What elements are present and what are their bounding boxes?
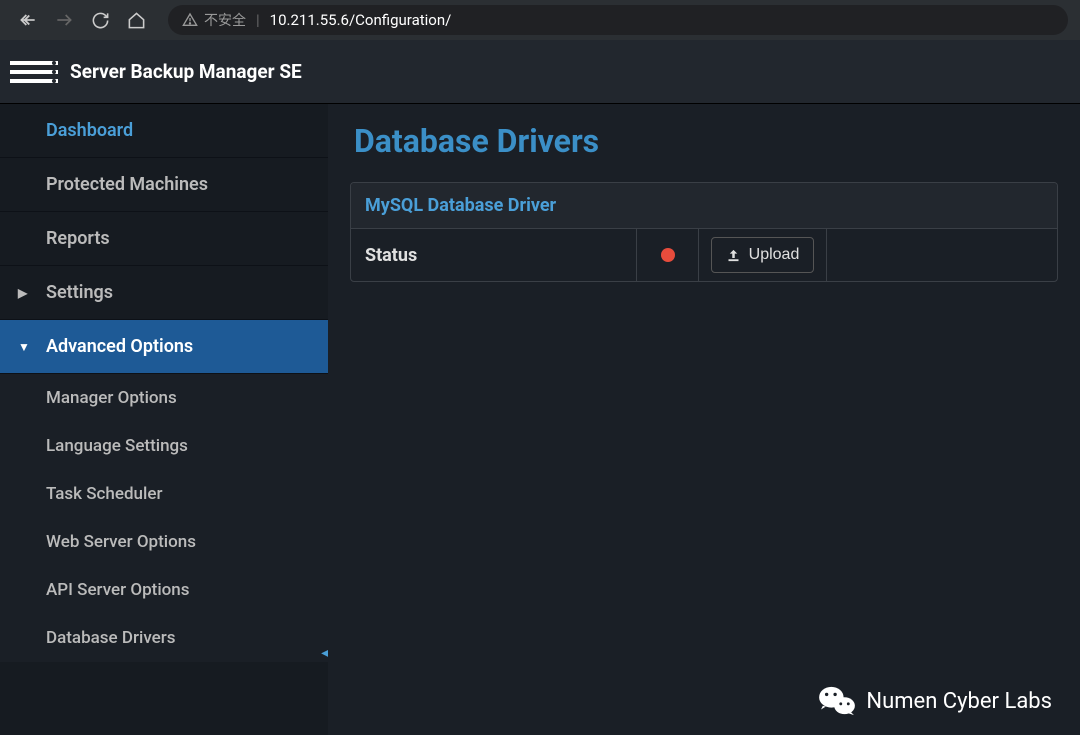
upload-icon xyxy=(726,248,741,263)
insecure-label: 不安全 xyxy=(204,10,246,30)
warning-icon xyxy=(182,12,198,28)
browser-toolbar: 不安全 | 10.211.55.6/Configuration/ xyxy=(0,0,1080,40)
sidebar-submenu-advanced: Manager Options Language Settings Task S… xyxy=(0,374,328,662)
insecure-warning-badge: 不安全 xyxy=(182,10,246,30)
page-title: Database Drivers xyxy=(350,122,1058,160)
status-label-cell: Status xyxy=(351,229,637,281)
divider: | xyxy=(256,11,260,29)
panel-header: MySQL Database Driver xyxy=(351,183,1057,229)
forward-button[interactable] xyxy=(48,4,80,36)
sidebar-sub-label: Manager Options xyxy=(46,388,177,408)
sidebar-item-label: Reports xyxy=(46,228,110,249)
url-text: 10.211.55.6/Configuration/ xyxy=(270,11,452,29)
sidebar-item-label: Settings xyxy=(46,282,113,303)
sidebar-collapse-toggle[interactable]: ◀ xyxy=(321,644,328,662)
sidebar-sub-database-drivers[interactable]: Database Drivers xyxy=(0,614,328,662)
server-logo-icon xyxy=(10,54,58,90)
sidebar-sub-label: Language Settings xyxy=(46,436,188,456)
empty-cell xyxy=(827,229,1057,281)
sidebar-item-protected-machines[interactable]: Protected Machines xyxy=(0,158,328,212)
sidebar-item-reports[interactable]: Reports xyxy=(0,212,328,266)
mysql-driver-panel: MySQL Database Driver Status Upload xyxy=(350,182,1058,282)
chevron-down-icon: ▼ xyxy=(18,340,30,354)
sidebar-sub-language-settings[interactable]: Language Settings xyxy=(0,422,328,470)
sidebar-item-label: Protected Machines xyxy=(46,174,208,195)
upload-button[interactable]: Upload xyxy=(711,237,815,273)
home-button[interactable] xyxy=(120,4,152,36)
sidebar-sub-label: API Server Options xyxy=(46,580,190,600)
sidebar-sub-label: Database Drivers xyxy=(46,628,176,648)
sidebar-item-label: Advanced Options xyxy=(46,336,193,357)
content-area: Database Drivers MySQL Database Driver S… xyxy=(328,104,1080,735)
back-button[interactable] xyxy=(12,4,44,36)
sidebar-sub-web-server-options[interactable]: Web Server Options xyxy=(0,518,328,566)
app-title: Server Backup Manager SE xyxy=(70,60,302,83)
sidebar-item-dashboard[interactable]: Dashboard xyxy=(0,104,328,158)
reload-button[interactable] xyxy=(84,4,116,36)
sidebar-sub-label: Web Server Options xyxy=(46,532,196,552)
sidebar: Dashboard Protected Machines Reports ▶ S… xyxy=(0,104,328,735)
chevron-right-icon: ▶ xyxy=(18,286,27,300)
status-dot-icon xyxy=(661,248,675,262)
watermark: Numen Cyber Labs xyxy=(818,685,1052,717)
sidebar-item-settings[interactable]: ▶ Settings xyxy=(0,266,328,320)
sidebar-sub-api-server-options[interactable]: API Server Options xyxy=(0,566,328,614)
sidebar-sub-task-scheduler[interactable]: Task Scheduler xyxy=(0,470,328,518)
status-row: Status Upload xyxy=(351,229,1057,281)
upload-cell: Upload xyxy=(699,229,827,281)
sidebar-item-label: Dashboard xyxy=(46,120,133,141)
app-header: Server Backup Manager SE xyxy=(0,40,1080,104)
sidebar-sub-label: Task Scheduler xyxy=(46,484,162,504)
wechat-icon xyxy=(818,685,856,717)
status-indicator-cell xyxy=(637,229,699,281)
address-bar[interactable]: 不安全 | 10.211.55.6/Configuration/ xyxy=(168,5,1068,35)
sidebar-sub-manager-options[interactable]: Manager Options xyxy=(0,374,328,422)
sidebar-item-advanced-options[interactable]: ▼ Advanced Options xyxy=(0,320,328,374)
upload-button-label: Upload xyxy=(749,246,800,264)
status-label: Status xyxy=(365,245,417,266)
watermark-text: Numen Cyber Labs xyxy=(866,689,1052,714)
